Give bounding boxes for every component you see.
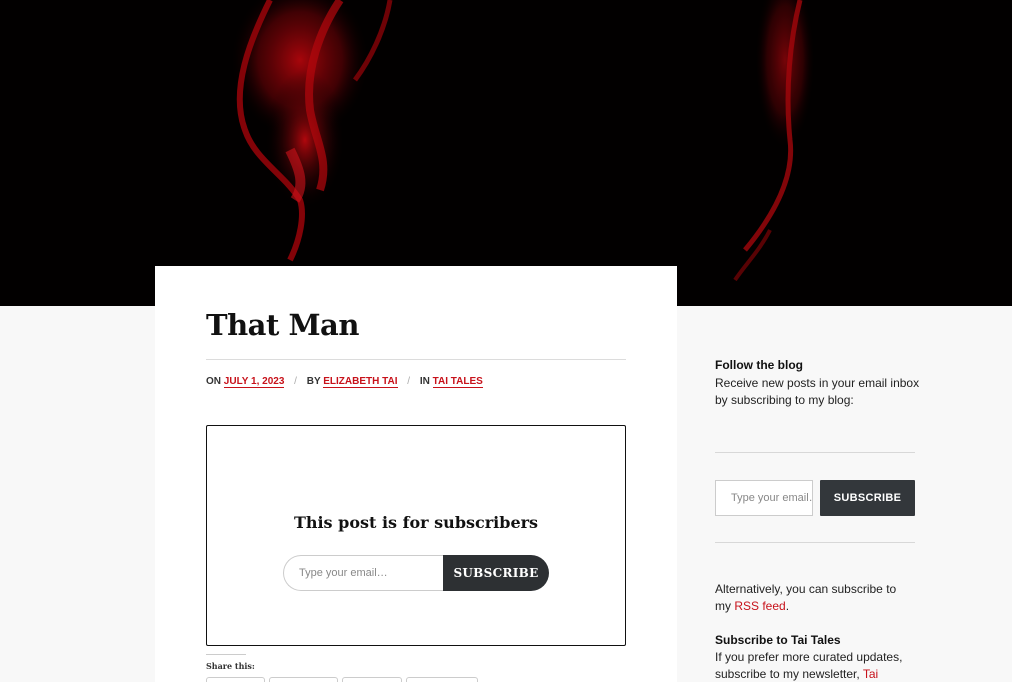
paywall-subscribe-button[interactable]: SUBSCRIBE	[443, 555, 549, 591]
post-meta: ON JULY 1, 2023 / BY ELIZABETH TAI / IN …	[206, 376, 483, 388]
share-label: Share this:	[206, 661, 255, 671]
meta-on-prefix: ON	[206, 376, 221, 387]
newsletter-title: Subscribe to Tai Tales	[715, 633, 841, 647]
post-date-link[interactable]: JULY 1, 2023	[223, 376, 285, 388]
meta-separator: /	[407, 376, 411, 387]
follow-blog-text: Receive new posts in your email inbox by…	[715, 376, 920, 407]
article-card: That Man ON JULY 1, 2023 / BY ELIZABETH …	[155, 266, 677, 682]
author-link[interactable]: ELIZABETH TAI	[323, 376, 398, 388]
sidebar-email-input[interactable]	[715, 480, 813, 516]
rss-feed-link[interactable]: RSS feed	[734, 599, 785, 613]
share-divider	[206, 654, 246, 655]
title-divider	[206, 359, 626, 360]
rss-paragraph: Alternatively, you can subscribe to my R…	[715, 581, 915, 615]
paywall-heading: This post is for subscribers	[293, 513, 539, 532]
newsletter-paragraph: If you prefer more curated updates, subs…	[715, 649, 910, 682]
post-title: That Man	[206, 308, 359, 342]
meta-by-prefix: BY	[306, 376, 321, 387]
share-button[interactable]	[269, 677, 338, 682]
share-button[interactable]	[406, 677, 478, 682]
paywall-subscribe-form: SUBSCRIBE	[283, 555, 549, 591]
subscriber-paywall: This post is for subscribers SUBSCRIBE	[206, 425, 626, 646]
follow-blog-title: Follow the blog	[715, 358, 803, 372]
header-artwork	[0, 0, 1012, 306]
rss-suffix: .	[785, 599, 790, 613]
share-button[interactable]	[206, 677, 265, 682]
sidebar-divider	[715, 542, 915, 543]
meta-separator: /	[294, 376, 297, 387]
meta-in-prefix: IN	[419, 376, 430, 387]
share-button[interactable]	[342, 677, 402, 682]
sidebar-subscribe-button[interactable]: SUBSCRIBE	[820, 480, 915, 516]
paywall-email-input[interactable]	[283, 555, 445, 591]
category-link[interactable]: TAI TALES	[432, 376, 483, 388]
sidebar-divider	[715, 452, 915, 453]
header-image	[0, 0, 1012, 306]
